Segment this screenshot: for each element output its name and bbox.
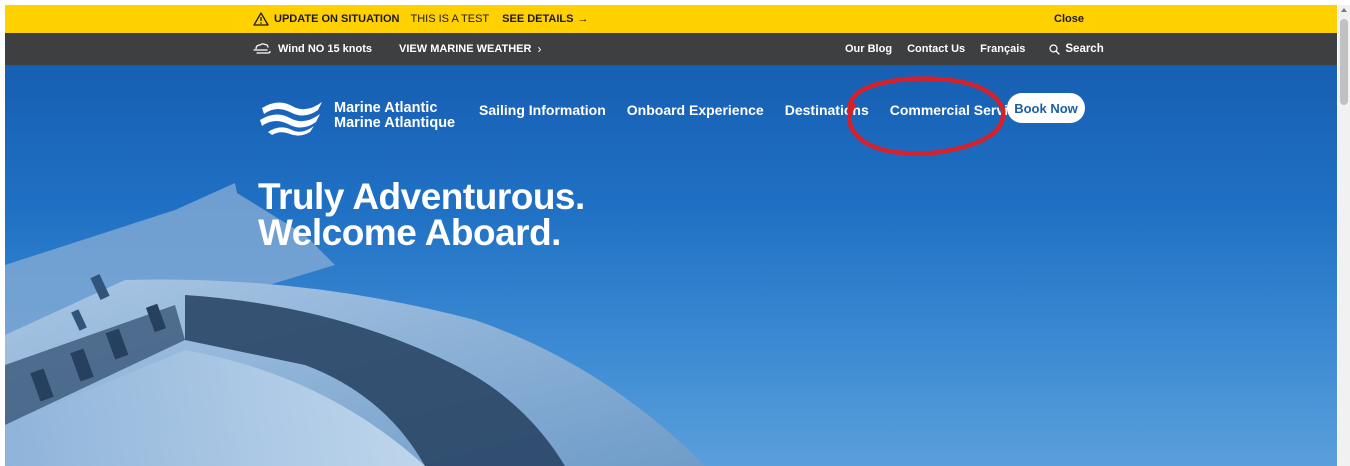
contact-us-link[interactable]: Contact Us: [907, 43, 965, 55]
main-navigation: Sailing Information Onboard Experience D…: [479, 102, 1052, 118]
marine-weather-link[interactable]: VIEW MARINE WEATHER ›: [399, 42, 541, 56]
marine-weather-label: VIEW MARINE WEATHER: [399, 43, 532, 55]
utility-bar: Wind NO 15 knots VIEW MARINE WEATHER › O…: [5, 33, 1337, 65]
browser-viewport: UPDATE ON SITUATION THIS IS A TEST SEE D…: [5, 5, 1337, 466]
logo-text: Marine Atlantic Marine Atlantique: [334, 101, 455, 131]
hero-headline-line1: Truly Adventurous.: [258, 176, 585, 217]
scrollbar-thumb[interactable]: [1340, 19, 1348, 105]
warning-icon: [253, 12, 269, 26]
chevron-right-icon: ›: [537, 42, 542, 56]
ferry-ship-image: [5, 183, 705, 466]
search-icon: [1049, 43, 1061, 55]
language-toggle-link[interactable]: Français: [980, 43, 1025, 55]
alert-message: THIS IS A TEST: [410, 13, 490, 25]
wind-status: Wind NO 15 knots: [278, 43, 373, 55]
scroll-up-arrow-icon[interactable]: [1341, 8, 1347, 12]
alert-close-button[interactable]: Close: [1054, 5, 1084, 33]
arrow-right-icon: →: [577, 13, 589, 25]
logo-line-french: Marine Atlantique: [334, 115, 456, 131]
hero-headline: Truly Adventurous. Welcome Aboard.: [258, 176, 585, 253]
waves-logo-icon: [260, 102, 322, 136]
search-label: Search: [1065, 43, 1104, 55]
our-blog-link[interactable]: Our Blog: [845, 43, 892, 55]
nav-onboard-experience[interactable]: Onboard Experience: [627, 102, 764, 118]
nav-sailing-information[interactable]: Sailing Information: [479, 102, 606, 118]
marine-atlantic-logo[interactable]: Marine Atlantic Marine Atlantique: [258, 96, 455, 136]
hero-section: Marine Atlantic Marine Atlantique Sailin…: [5, 65, 1337, 466]
see-details-label: SEE DETAILS: [502, 13, 574, 25]
hero-headline-line2: Welcome Aboard.: [258, 212, 561, 253]
alert-title: UPDATE ON SITUATION: [274, 13, 400, 25]
wind-icon: [253, 43, 271, 54]
page-scrollbar[interactable]: [1338, 5, 1350, 466]
logo-line-english: Marine Atlantic: [334, 100, 438, 116]
see-details-link[interactable]: SEE DETAILS →: [502, 13, 588, 25]
book-now-button[interactable]: Book Now: [1007, 93, 1085, 123]
alert-bar: UPDATE ON SITUATION THIS IS A TEST SEE D…: [5, 5, 1337, 33]
nav-destinations[interactable]: Destinations: [785, 102, 869, 118]
search-button[interactable]: Search: [1049, 43, 1104, 55]
